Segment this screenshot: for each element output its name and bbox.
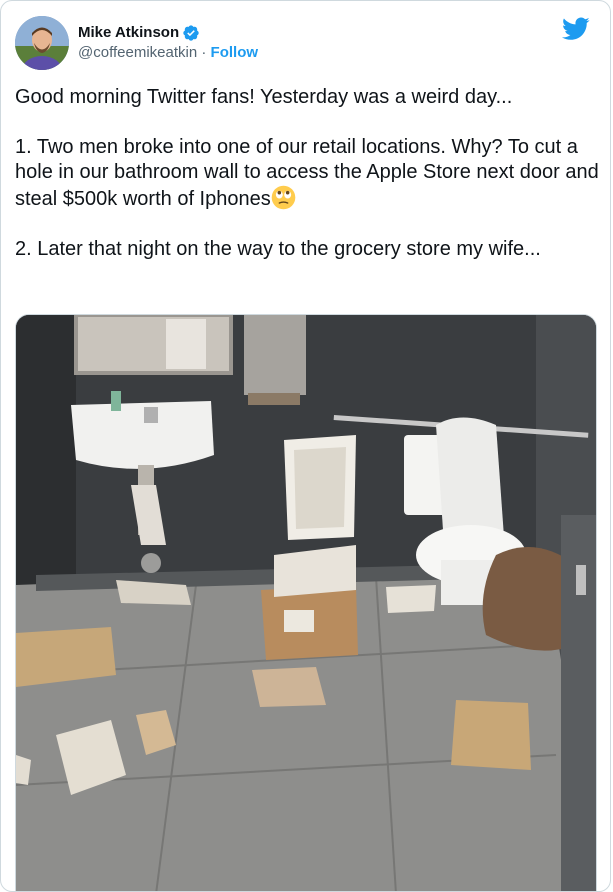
separator-dot: · [197,44,211,61]
tweet-paragraph-1: 1. Two men broke into one of our retail … [15,136,605,210]
face-with-rolling-eyes-icon [271,185,296,210]
author-info: Mike Atkinson @coffeemikeatkin · Follow [78,23,258,63]
author-avatar[interactable] [15,16,69,70]
author-handle-row: @coffeemikeatkin · Follow [78,43,258,63]
tweet-paragraph-2: 2. Later that night on the way to the gr… [15,238,541,260]
twitter-bird-icon[interactable] [562,17,590,41]
follow-button[interactable]: Follow [211,44,259,61]
tweet-card: Mike Atkinson @coffeemikeatkin · Follow … [0,0,611,892]
tweet-body: Good morning Twitter fans! Yesterday was… [15,85,600,262]
tweet-photo[interactable] [15,314,597,891]
verified-badge-icon [183,25,199,41]
tweet-line-1: Good morning Twitter fans! Yesterday was… [15,86,513,108]
author-handle[interactable]: @coffeemikeatkin [78,44,197,61]
avatar-image [15,16,69,70]
tweet-header: Mike Atkinson @coffeemikeatkin · Follow [15,15,596,71]
author-name-row: Mike Atkinson [78,23,258,43]
bathroom-photo-illustration [16,315,596,891]
author-name[interactable]: Mike Atkinson [78,23,179,43]
